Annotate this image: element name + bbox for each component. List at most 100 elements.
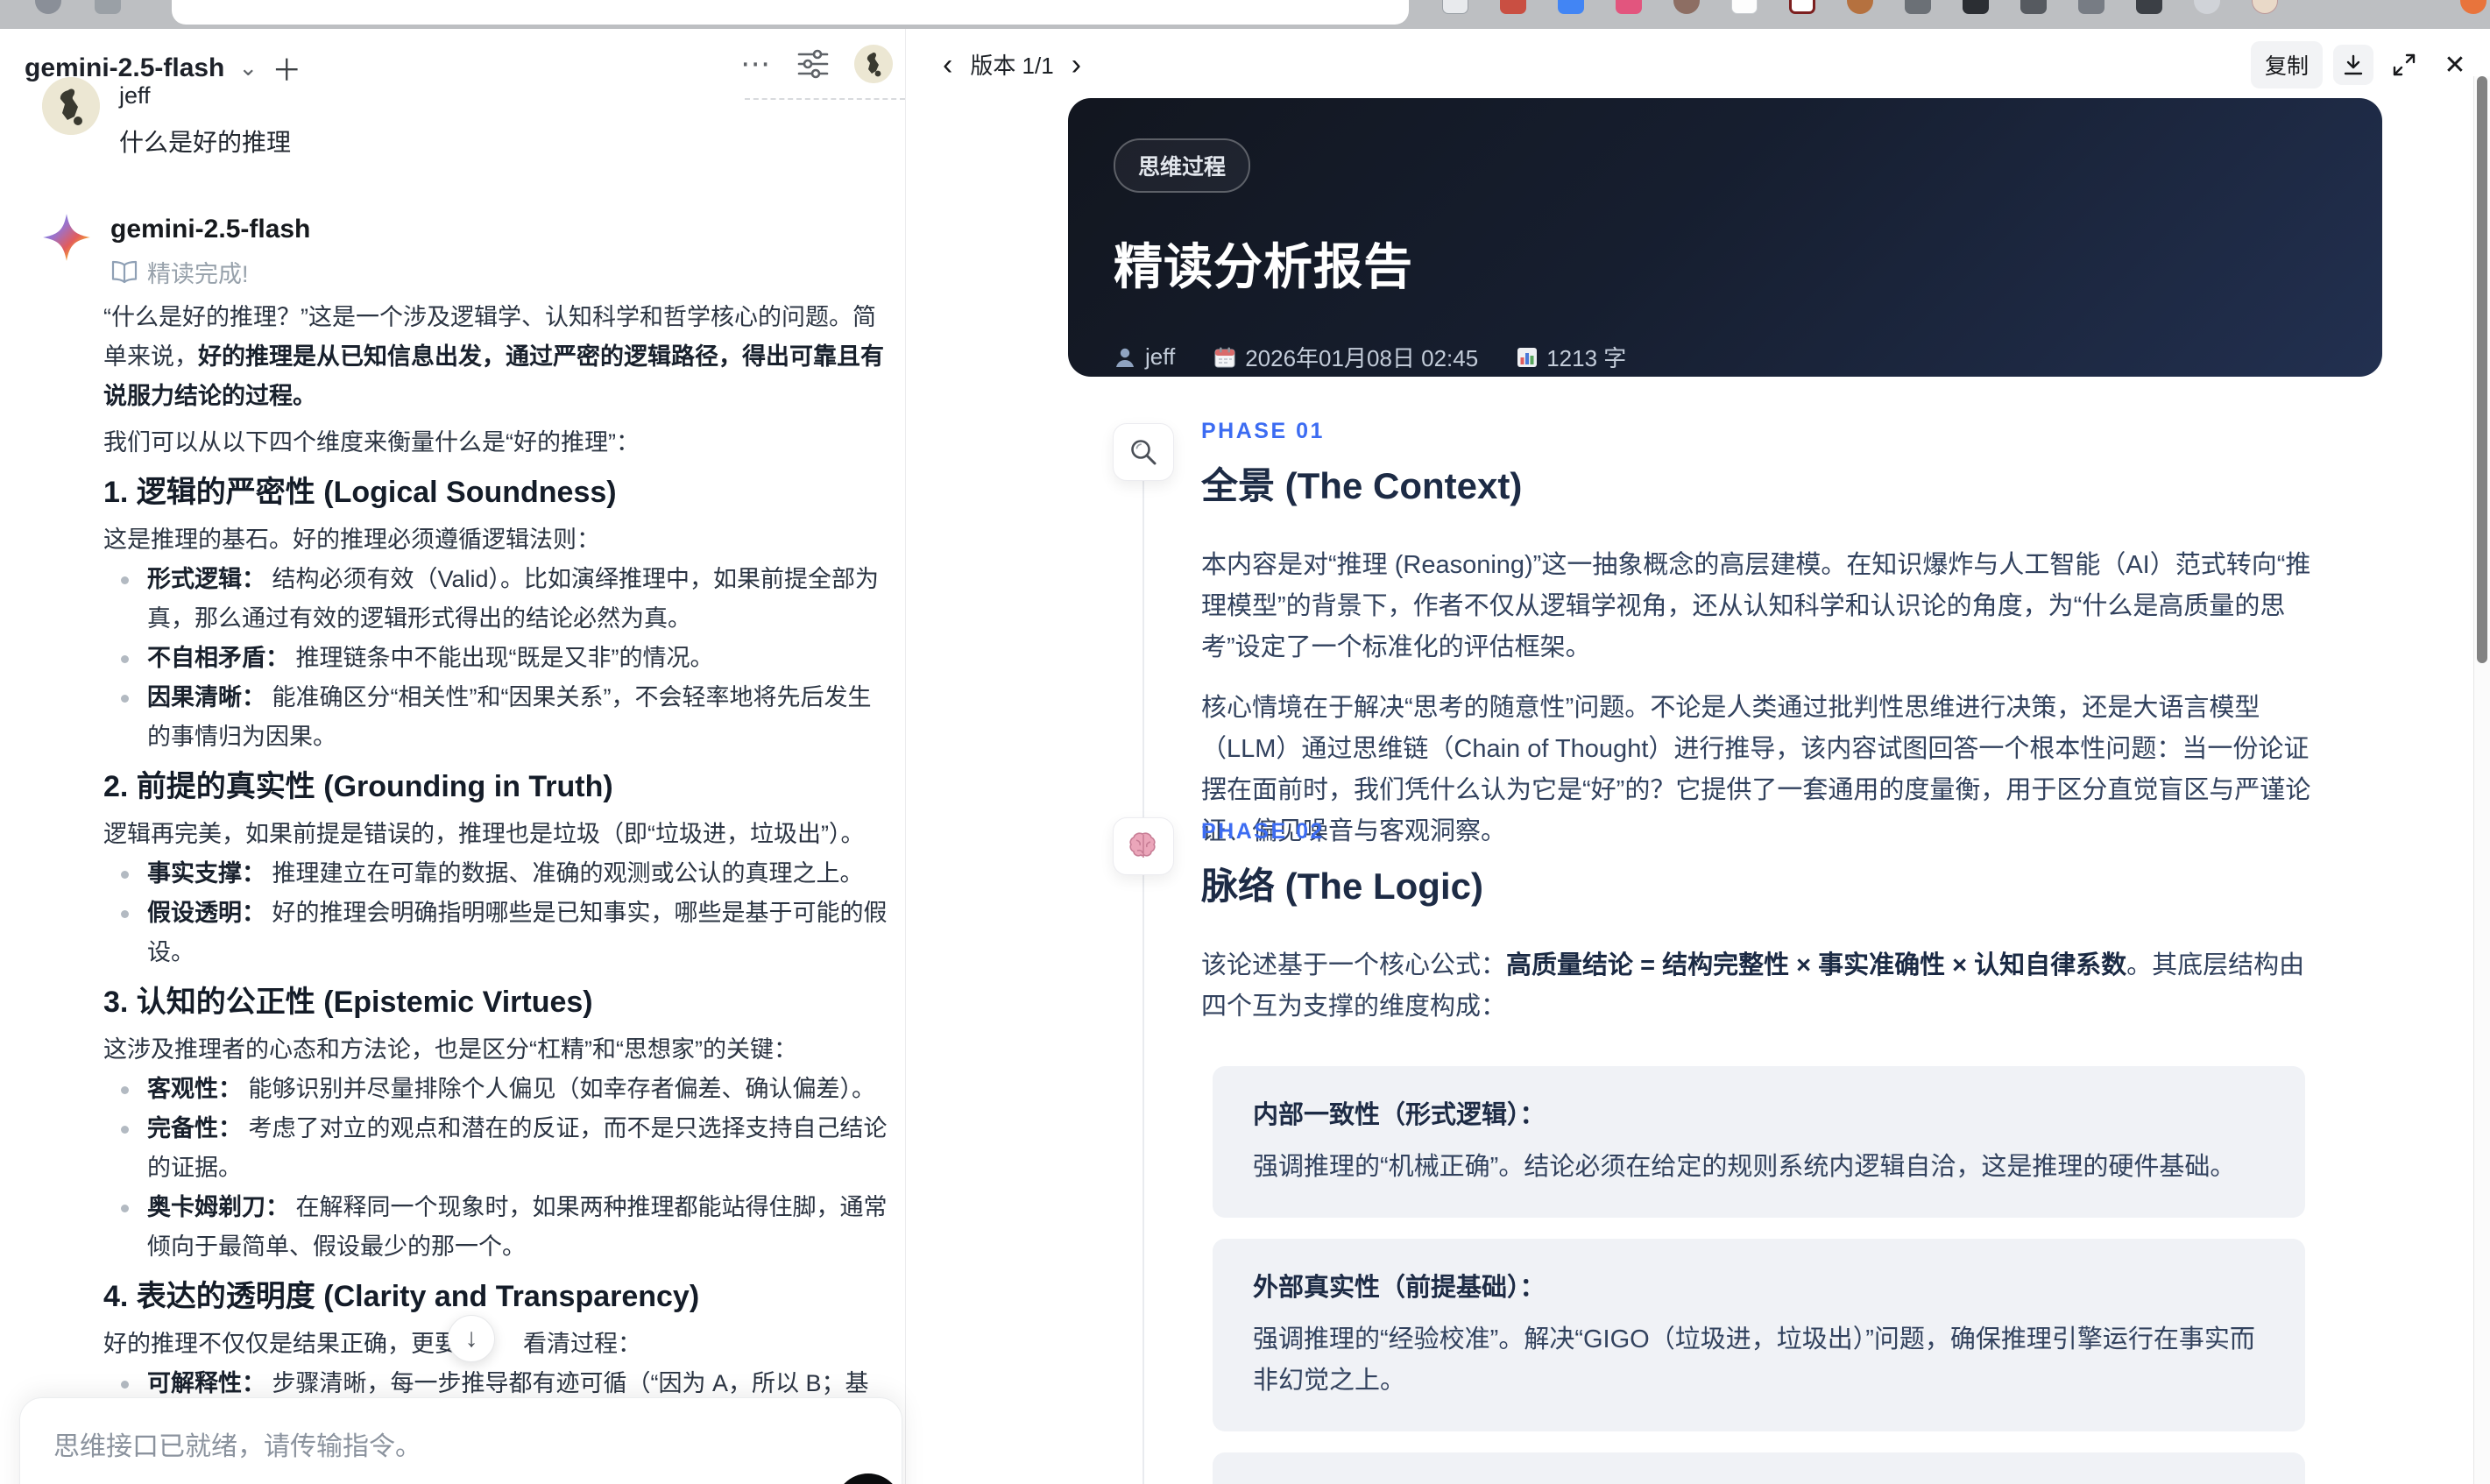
dimension-card-1: 内部一致性（形式逻辑）： 强调推理的“机械正确”。结论必须在给定的规则系统内逻辑… [1213,1066,2305,1218]
list-item: 完备性： 考虑了对立的观点和潜在的反证，而不是只选择支持自己结论的证据。 [121,1109,888,1188]
model-selector[interactable]: gemini-2.5-flash [25,53,224,83]
phase-timeline [1142,432,1144,1484]
report-word-count: 1213 字 [1517,341,1626,373]
list-item: 不自相矛盾： 推理链条中不能出现“既是又非”的情况。 [121,639,888,678]
chat-panel: gemini-2.5-flash ⌄ ＋ ⋯ jeff 什么是好的推理 gemi… [0,29,905,1484]
phase-2-paragraph: 该论述基于一个核心公式：高质量结论 = 结构完整性 × 事实准确性 × 认知自律… [1201,951,2305,1021]
list-item: 形式逻辑： 结构必须有效（Valid）。比如演绎推理中，如果前提全部为真，那么通… [121,560,888,639]
magnifier-icon [1131,440,1157,465]
expand-button[interactable] [2384,45,2424,85]
extension-icon[interactable] [1905,0,1931,14]
extension-icon[interactable] [2460,0,2486,14]
card-title: 外部真实性（前提基础）： [1253,1274,1546,1302]
section-4-paragraph: 好的推理不仅仅是结果正确，更要 看清过程： [103,1331,641,1357]
intro-paragraph: “什么是好的推理？”这是一个涉及逻辑学、认知科学和哲学核心的问题。简单来说，好的… [103,304,884,409]
report-badge: 思维过程 [1114,138,1251,193]
phase-2-label: PHASE 02 [1201,819,1325,844]
assistant-status-text: 精读完成! [147,261,249,287]
assistant-name: gemini-2.5-flash [110,215,311,244]
list-item: 奥卡姆剃刀： 在解释同一个现象时，如果两种推理都能站得住脚，通常倾向于最简单、假… [121,1188,888,1267]
card-body: 强调推理的“机械正确”。结论必须在给定的规则系统内逻辑自洽，这是推理的硬件基础。 [1253,1153,2236,1181]
list-item: 事实支撑： 推理建立在可靠的数据、准确的观测或公认的真理之上。 [121,854,888,894]
phase-1-icon-box [1113,423,1174,481]
calendar-icon [1214,347,1235,367]
version-label: 版本 1/1 [970,53,1054,79]
phase-1-paragraph-1: 本内容是对“推理 (Reasoning)”这一抽象概念的高层建模。在知识爆炸与人… [1201,551,2311,661]
list-item: 客观性： 能够识别并尽量排除个人偏见（如幸存者偏差、确认偏差）。 [121,1070,888,1109]
expand-icon [2393,53,2416,76]
version-prev-button[interactable]: ‹ [943,50,952,80]
browser-apps-icon[interactable] [95,0,121,14]
section-2-list: 事实支撑： 推理建立在可靠的数据、准确的观测或公认的真理之上。 假设透明： 好的… [103,854,888,972]
section-1-list: 形式逻辑： 结构必须有效（Valid）。比如演绎推理中，如果前提全部为真，那么通… [103,560,888,757]
assistant-message-body: “什么是好的推理？”这是一个涉及逻辑学、认知科学和哲学核心的问题。简单来说，好的… [103,298,888,1443]
phase-1-heading: 全景 (The Context) [1201,465,1523,506]
close-icon: ✕ [2444,50,2466,80]
lead-paragraph: 我们可以从以下四个维度来衡量什么是“好的推理”： [103,429,640,456]
section-1-paragraph: 这是推理的基石。好的推理必须遵循逻辑法则： [103,526,600,553]
phase-2-section: PHASE 02 脉络 (The Logic) 该论述基于一个核心公式：高质量结… [1201,819,2323,1484]
extension-icon[interactable] [2194,0,2220,14]
more-options-icon[interactable]: ⋯ [740,46,772,81]
dimension-card-3: 主体伦理（认识美德）： 转向推理者的心理特征。引入奥卡姆剃刀和反向论证，旨在克服… [1213,1452,2305,1484]
new-chat-button[interactable]: ＋ [272,46,301,89]
extension-icon[interactable] [2136,0,2162,14]
settings-sliders-icon[interactable] [795,46,831,82]
scrollbar-track[interactable] [2473,76,2490,1484]
voice-input-button[interactable] [835,1473,902,1484]
download-button[interactable] [2333,45,2373,85]
address-bar[interactable] [172,0,1409,25]
phase-1-label: PHASE 01 [1201,419,1325,443]
copy-button[interactable]: 复制 [2250,41,2323,88]
phase-2-heading: 脉络 (The Logic) [1201,866,1483,907]
card-title: 内部一致性（形式逻辑）： [1253,1101,1546,1129]
extension-icon[interactable] [1500,0,1526,14]
list-item: 因果清晰： 能准确区分“相关性”和“因果关系”，不会轻率地将先后发生的事情归为因… [121,678,888,757]
phase-2-icon-box [1113,817,1174,875]
extension-icon[interactable] [2078,0,2104,14]
gemini-star-icon [42,213,91,262]
version-next-button[interactable]: › [1072,50,1081,80]
section-2-heading: 2. 前提的真实性 (Grounding in Truth) [103,770,613,803]
book-icon [110,260,138,284]
person-icon [1116,348,1134,367]
list-item: 假设透明： 好的推理会明确指明哪些是已知事实，哪些是基于可能的假设。 [121,894,888,972]
dimension-cards: 内部一致性（形式逻辑）： 强调推理的“机械正确”。结论必须在给定的规则系统内逻辑… [1201,1066,2323,1484]
report-author: jeff [1114,343,1175,371]
message-composer[interactable]: 思维接口已就绪，请传输指令。 ＋ [19,1397,902,1484]
extension-icon[interactable] [1847,0,1873,14]
scroll-to-bottom-button[interactable]: ↓ [448,1315,495,1362]
extension-icon[interactable] [1673,0,1700,14]
phase-1-section: PHASE 01 全景 (The Context) 本内容是对“推理 (Reas… [1201,419,2323,852]
extension-icon[interactable] [1558,0,1584,14]
extension-icon[interactable] [1731,0,1758,14]
chevron-down-icon[interactable]: ⌄ [238,54,258,81]
assistant-message-header: gemini-2.5-flash 精读完成! [42,213,884,289]
section-1-heading: 1. 逻辑的严密性 (Logical Soundness) [103,476,617,509]
section-3-paragraph: 这涉及推理者的心态和方法论，也是区分“杠精”和“思想家”的关键： [103,1036,797,1063]
bar-chart-icon [1517,347,1538,367]
profile-avatar-icon[interactable] [2252,0,2278,14]
extension-icon[interactable] [1789,0,1815,14]
extension-icon[interactable] [2020,0,2047,14]
composer-placeholder[interactable]: 思维接口已就绪，请传输指令。 [53,1424,868,1463]
report-panel: ‹ 版本 1/1 › 复制 ✕ 思维过程 精读分析报告 jeff 2026年01… [905,29,2490,1484]
section-4-heading: 4. 表达的透明度 (Clarity and Transparency) [103,1280,700,1313]
browser-toolbar [0,0,2490,29]
chat-scroll-area[interactable]: jeff 什么是好的推理 gemini-2.5-flash 精读完成! “什么是… [0,29,905,1484]
extension-icon[interactable] [1442,0,1468,14]
dimension-card-2: 外部真实性（前提基础）： 强调推理的“经验校准”。解决“GIGO（垃圾进，垃圾出… [1213,1239,2305,1431]
browser-reload-icon[interactable] [35,0,61,14]
section-3-heading: 3. 认知的公正性 (Epistemic Virtues) [103,986,593,1019]
card-title: 主体伦理（认识美德）： [1253,1480,2265,1484]
scrollbar-thumb[interactable] [2477,76,2487,663]
user-avatar[interactable] [854,45,893,83]
download-icon [2344,54,2363,75]
report-header-card: 思维过程 精读分析报告 jeff 2026年01月08日 02:45 1213 … [1068,98,2382,377]
brain-icon [1129,832,1156,858]
close-button[interactable]: ✕ [2435,45,2475,85]
report-date: 2026年01月08日 02:45 [1213,341,1478,373]
section-3-list: 客观性： 能够识别并尽量排除个人偏见（如幸存者偏差、确认偏差）。 完备性： 考虑… [103,1070,888,1267]
extension-icon[interactable] [1616,0,1642,14]
extension-icon[interactable] [1963,0,1989,14]
